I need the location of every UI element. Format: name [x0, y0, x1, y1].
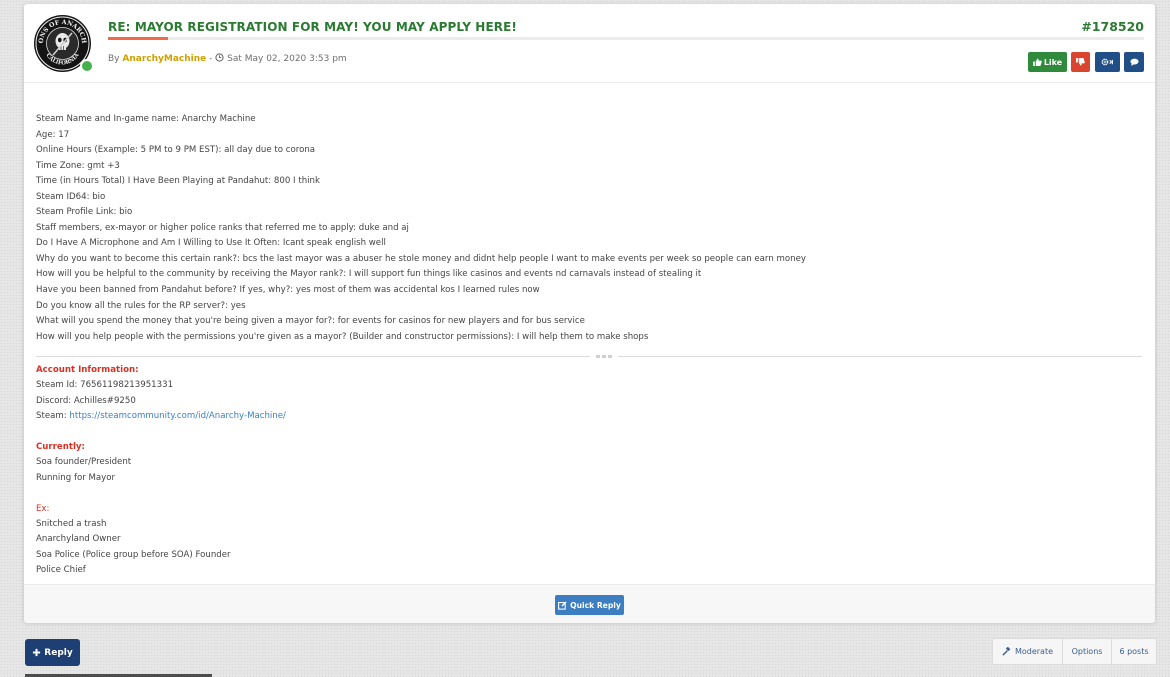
body-line: What will you spend the money that you'r… [36, 316, 585, 327]
quick-reply-label: Quick Reply [570, 600, 621, 610]
post-body: Steam Name and In-game name: Anarchy Mac… [36, 112, 1146, 345]
currently-line: Soa founder/President [36, 457, 132, 468]
post-count-label: 6 posts [1119, 647, 1149, 656]
currently-heading: Currently: [36, 442, 85, 453]
body-line: Time Zone: gmt +3 [36, 160, 120, 171]
options-button[interactable]: Options [1063, 639, 1112, 664]
post-tools-button[interactable] [1095, 52, 1120, 72]
meta-separator: - [206, 54, 216, 64]
ex-heading: Ex: [36, 503, 50, 514]
title-underline [108, 37, 1144, 40]
discord-line: Discord: Achilles#9250 [36, 395, 136, 406]
steam-label: Steam: [36, 411, 70, 422]
plus-icon [33, 648, 41, 657]
moderate-label: Moderate [1014, 647, 1054, 656]
speech-bubble-icon [1129, 58, 1139, 66]
body-line: How will you help people with the permis… [36, 331, 649, 342]
like-button[interactable]: Like [1028, 52, 1067, 72]
reply-label: Reply [44, 647, 73, 658]
steam-profile-link[interactable]: https://steamcommunity.com/id/Anarchy-Ma… [69, 411, 286, 421]
body-line: Have you been banned from Pandahut befor… [36, 285, 540, 296]
online-status-indicator [80, 59, 94, 73]
body-line: Steam ID64: bio [36, 191, 106, 202]
avatar[interactable]: SONS OF ANARCHY CALIFORNIA [34, 15, 94, 73]
body-line: How will you be helpful to the community… [36, 269, 702, 280]
post-meta: By AnarchyMachine - Sat May 02, 2020 3:5… [108, 53, 347, 64]
body-line: Online Hours (Example: 5 PM to 9 PM EST)… [36, 145, 316, 156]
topic-tools-bar: Moderate Options 6 posts [992, 638, 1157, 665]
post-header: SONS OF ANARCHY CALIFORNIA RE: MAYOR REG… [24, 4, 1155, 83]
ex-line: Snitched a trash [36, 519, 107, 530]
steam-id-line: Steam Id: 76561198213951331 [36, 380, 174, 391]
currently-line: Running for Mayor [36, 472, 116, 483]
body-line: Time (in Hours Total) I Have Been Playin… [36, 176, 320, 187]
post-action-buttons: Like [1028, 52, 1144, 74]
body-line: Do I Have A Microphone and Am I Willing … [36, 238, 386, 249]
post-card: SONS OF ANARCHY CALIFORNIA RE: MAYOR REG… [24, 4, 1155, 623]
reply-button[interactable]: Reply [25, 639, 80, 666]
thumbs-up-icon [1032, 58, 1042, 66]
ex-line: Police Chief [36, 565, 86, 576]
post-date: Sat May 02, 2020 3:53 pm [227, 54, 347, 64]
ex-line: Soa Police (Police group before SOA) Fou… [36, 549, 231, 560]
gavel-icon [1002, 647, 1011, 656]
author-link[interactable]: AnarchyMachine [122, 54, 206, 64]
by-label: By [108, 54, 120, 64]
body-line: Steam Profile Link: bio [36, 207, 133, 218]
divider-dots [590, 353, 618, 360]
body-line: Steam Name and In-game name: Anarchy Mac… [36, 114, 256, 124]
ex-line: Anarchyland Owner [36, 534, 121, 545]
moderate-button[interactable]: Moderate [993, 639, 1063, 664]
body-line: Staff members, ex-mayor or higher police… [36, 222, 409, 233]
post-footer: Quick Reply [24, 584, 1155, 623]
quick-reply-button[interactable]: Quick Reply [555, 595, 624, 615]
dislike-button[interactable] [1071, 52, 1090, 72]
post-title[interactable]: RE: MAYOR REGISTRATION FOR MAY! YOU MAY … [108, 20, 517, 34]
body-line: Age: 17 [36, 129, 70, 140]
post-count: 6 posts [1112, 639, 1156, 664]
steam-link-line: Steam: https://steamcommunity.com/id/Ana… [36, 409, 286, 424]
gear-icon [1101, 58, 1113, 66]
body-line: Why do you want to become this certain r… [36, 253, 806, 264]
edit-icon [558, 600, 567, 610]
thumbs-down-icon [1076, 58, 1085, 66]
account-info-heading: Account Information: [36, 365, 139, 375]
clock-icon [215, 53, 224, 62]
like-label: Like [1043, 57, 1063, 67]
title-underline-accent [108, 37, 168, 40]
signature: Account Information: Steam Id: 765611982… [36, 363, 286, 579]
body-line: Do you know all the rules for the RP ser… [36, 300, 246, 311]
signature-divider [36, 353, 1142, 360]
post-id-link[interactable]: #178520 [1081, 19, 1144, 34]
options-label: Options [1071, 647, 1103, 656]
quote-button[interactable] [1124, 52, 1144, 72]
